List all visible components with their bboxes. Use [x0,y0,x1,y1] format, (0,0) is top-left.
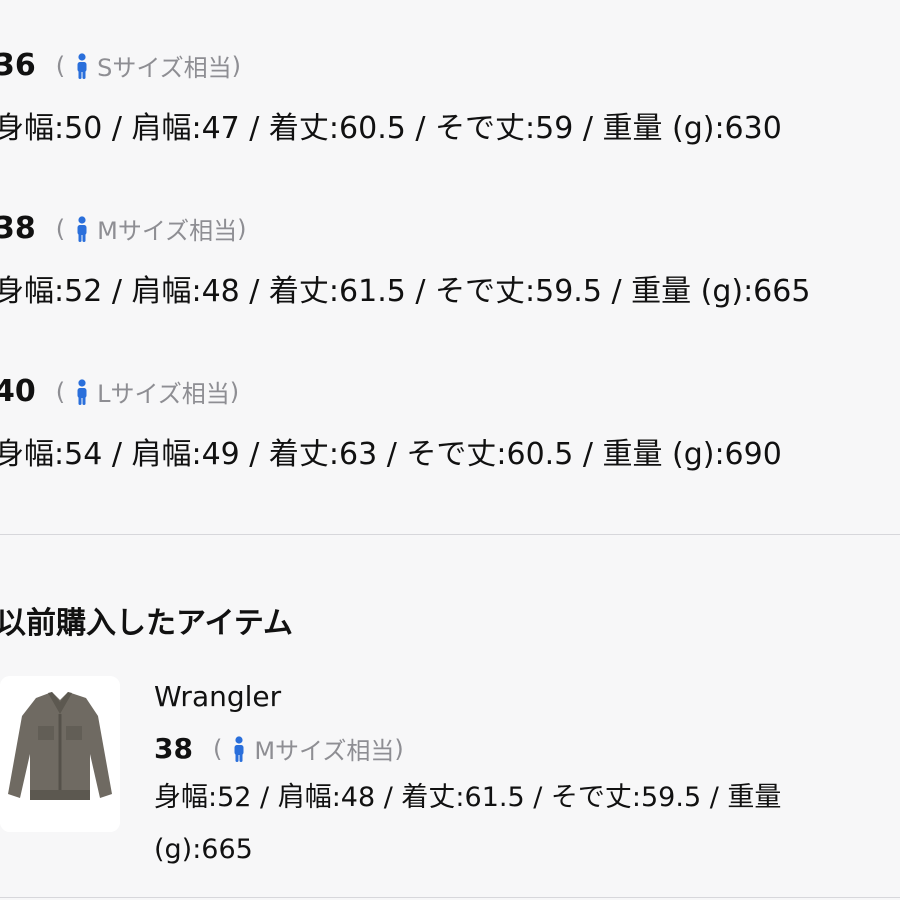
size-number: 40 [0,374,36,409]
size-option-40: 40 ( Lサイズ相当 ) 身幅:54 / 肩幅:49 / 着丈:63 / そで… [0,374,782,473]
item-size-number: 38 [154,732,193,765]
person-icon [77,52,87,79]
person-icon [77,215,87,242]
bottom-divider [0,897,900,898]
previous-item[interactable]: Wrangler 38 ( Mサイズ相当 ) 身幅:52 / 肩幅:48 / 着… [154,680,844,876]
size-specs: 身幅:52 / 肩幅:48 / 着丈:61.5 / そで丈:59.5 / 重量 … [0,274,811,309]
size-equivalent: ( Lサイズ相当 ) [55,377,240,409]
size-equivalent: ( Mサイズ相当 ) [55,214,247,246]
section-divider [0,534,900,535]
item-specs: 身幅:52 / 肩幅:48 / 着丈:61.5 / そで丈:59.5 / 重量 … [154,782,782,865]
item-thumbnail[interactable] [0,676,120,832]
size-option-38: 38 ( Mサイズ相当 ) 身幅:52 / 肩幅:48 / 着丈:61.5 / … [0,211,810,310]
item-size-equivalent: ( Mサイズ相当 ) [212,734,404,766]
jacket-image [0,676,120,832]
size-equivalent: ( Sサイズ相当 ) [55,51,242,83]
person-icon [77,378,87,405]
section-title: 以前購入したアイテム [0,606,293,641]
size-number: 36 [0,48,36,83]
size-specs: 身幅:50 / 肩幅:47 / 着丈:60.5 / そで丈:59 / 重量 (g… [0,111,782,146]
size-number: 38 [0,211,36,246]
person-icon [234,735,244,762]
size-option-36: 36 ( Sサイズ相当 ) 身幅:50 / 肩幅:47 / 着丈:60.5 / … [0,48,782,147]
item-brand: Wrangler [154,680,282,713]
size-specs: 身幅:54 / 肩幅:49 / 着丈:63 / そで丈:60.5 / 重量 (g… [0,437,782,472]
